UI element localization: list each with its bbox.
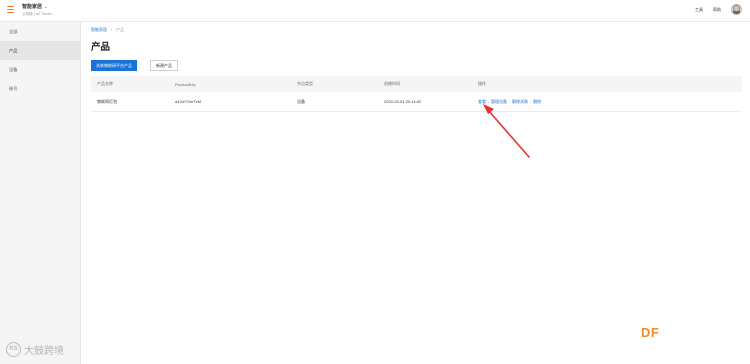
df-logo: DF — [641, 325, 660, 340]
table-row: 物联网灯泡 a1GeTXInTvM 设备 2020-03-01 20:14:02… — [91, 92, 742, 112]
main-content: 智能家居 / 产品 产品 关联物联网平台产品 新建产品 产品名称 Product… — [82, 22, 750, 364]
action-separator: | — [488, 99, 490, 104]
help-link[interactable]: 帮助 — [713, 7, 721, 13]
cell-actions: 查看 | 管理设备 | 解除关联 | 删除 — [478, 99, 541, 105]
product-table: 产品名称 ProductKey 节点类型 创建时间 操作 物联网灯泡 a1GeT… — [91, 76, 742, 112]
app-title[interactable]: 智能家居 ⌄ — [22, 3, 47, 10]
create-product-button[interactable]: 新建产品 — [150, 60, 178, 71]
app-title-text: 智能家居 — [22, 4, 43, 10]
breadcrumb-current: 产品 — [116, 27, 125, 32]
cell-product-key: a1GeTXInTvM — [175, 99, 202, 104]
breadcrumb: 智能家居 / 产品 — [91, 27, 124, 33]
sidebar-item-products[interactable]: 产品 — [0, 41, 80, 60]
watermark-text: 大鼓跨境 — [24, 346, 64, 357]
column-header-actions: 操作 — [478, 81, 486, 86]
action-separator: | — [509, 99, 511, 104]
delete-action-link[interactable]: 删除 — [533, 99, 541, 105]
cell-node-type: 设备 — [297, 98, 305, 104]
manage-devices-action-link[interactable]: 管理设备 — [491, 99, 507, 105]
top-header: 智能家居 ⌄ 公测版 | IoT Studio 工具 帮助 — [0, 0, 750, 22]
tools-link[interactable]: 工具 — [695, 7, 703, 13]
column-header-name: 产品名称 — [97, 81, 113, 86]
sidebar: 全部 产品 设备 账号 — [0, 22, 81, 364]
view-action-link[interactable]: 查看 — [478, 99, 486, 105]
hamburger-menu-icon[interactable] — [7, 6, 14, 13]
app-subtitle: 公测版 | IoT Studio — [22, 12, 53, 16]
column-header-productkey: ProductKey — [175, 81, 196, 87]
page-title: 产品 — [91, 42, 111, 53]
table-header: 产品名称 ProductKey 节点类型 创建时间 操作 — [91, 76, 742, 92]
link-iot-product-button[interactable]: 关联物联网平台产品 — [91, 60, 137, 71]
breadcrumb-root-link[interactable]: 智能家居 — [91, 27, 107, 33]
action-separator: | — [530, 99, 532, 104]
watermark: KS 大鼓跨境 — [6, 342, 64, 357]
sidebar-item-accounts[interactable]: 账号 — [0, 79, 80, 98]
chevron-down-icon: ⌄ — [44, 4, 48, 9]
user-avatar[interactable] — [731, 4, 742, 15]
unlink-action-link[interactable]: 解除关联 — [512, 99, 528, 105]
cell-created-time: 2020-03-01 20:14:02 — [384, 99, 422, 104]
cell-product-name: 物联网灯泡 — [97, 98, 117, 104]
column-header-node-type: 节点类型 — [297, 81, 313, 86]
header-right: 工具 帮助 — [695, 4, 742, 15]
breadcrumb-separator: / — [111, 27, 113, 32]
sidebar-item-all[interactable]: 全部 — [0, 22, 80, 41]
sidebar-item-devices[interactable]: 设备 — [0, 60, 80, 79]
column-header-created: 创建时间 — [384, 81, 400, 86]
watermark-logo-icon: KS — [6, 342, 21, 357]
